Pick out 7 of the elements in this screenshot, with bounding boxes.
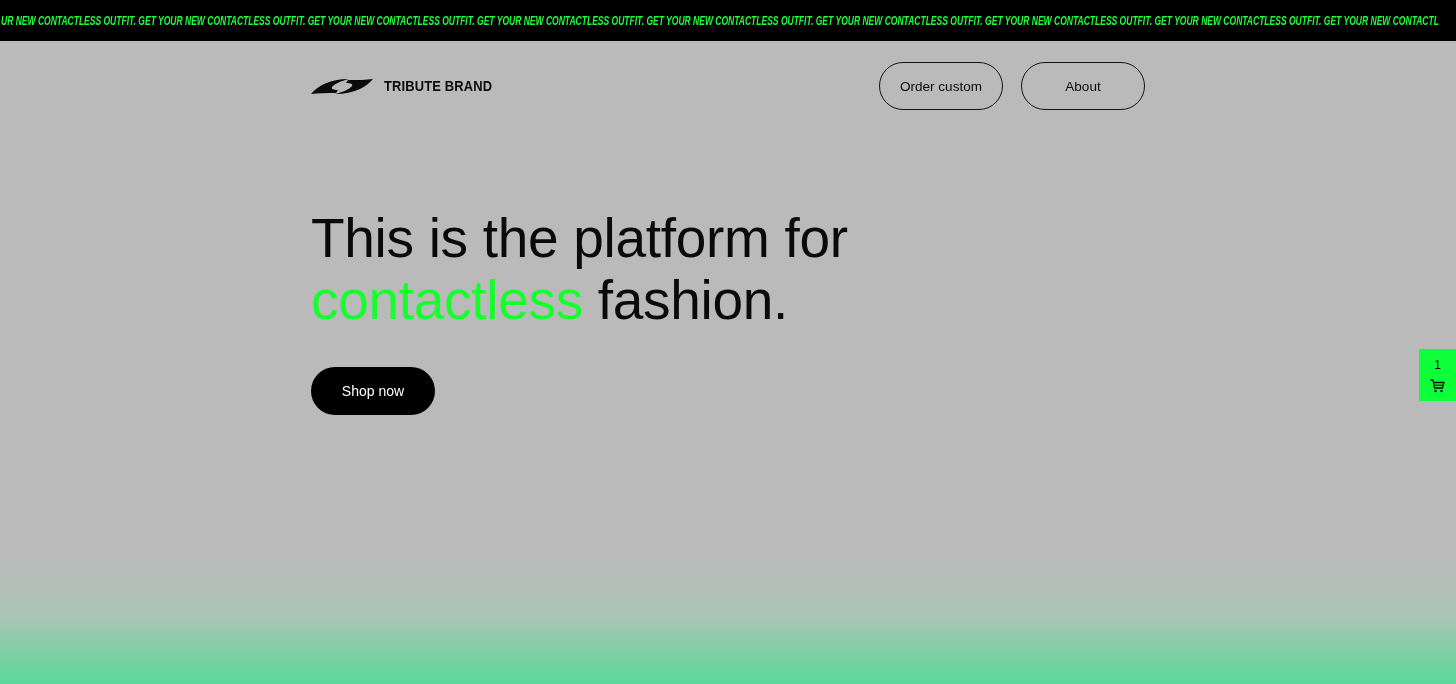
shop-now-button[interactable]: Shop now xyxy=(311,367,435,415)
cart-icon xyxy=(1430,378,1445,393)
brand-name: TRIBUTE BRAND xyxy=(384,78,493,94)
hero-heading: This is the platform for contactless fashion. xyxy=(311,207,849,331)
announcement-text: UR NEW CONTACTLESS OUTFIT. GET YOUR NEW CONTACTLESS OUTFIT. GET YOUR NEW CONTACTLESS OUTFIT. GET YOUR NEW CONTACTLESS OUTFIT. GET YOUR NEW CONTACTLESS OUTFIT. GET YOUR NEW CONTACTLESS OUTFIT. GET YOUR NEW CONTACTLESS OUTFIT. GET YOUR NEW CONTACTLESS OUTFIT. GET YOUR NEW CONTACTL xyxy=(1,13,1439,28)
cart-button[interactable]: 1 xyxy=(1419,349,1456,401)
swoosh-logo-icon[interactable] xyxy=(311,77,373,95)
